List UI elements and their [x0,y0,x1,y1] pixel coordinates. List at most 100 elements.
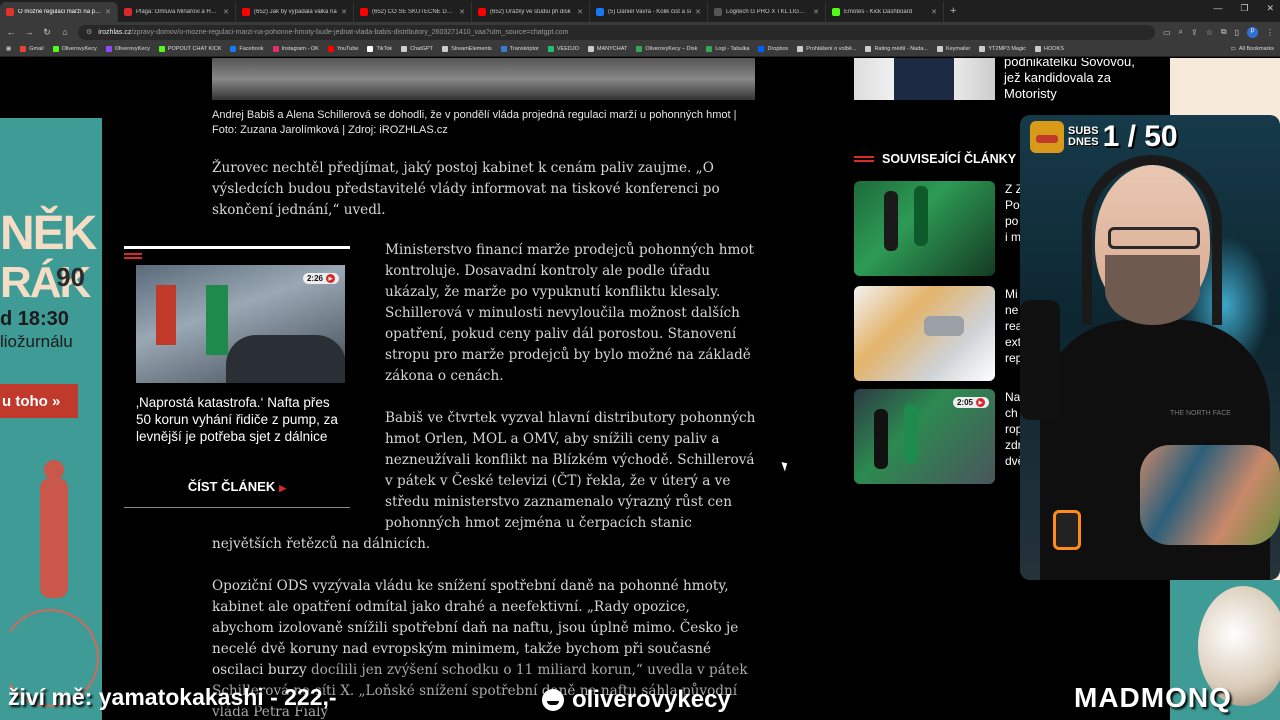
home-icon[interactable]: ⌂ [60,27,70,37]
bookmark-item[interactable]: MANYCHAT [587,46,627,52]
maximize-button[interactable]: ❐ [1240,3,1248,14]
bookmark-item[interactable]: YT2MP3 Magic [979,46,1026,52]
pump-shape [206,285,228,355]
browser-tab[interactable]: Plaga: Omluva Minářovi a Halik ✕ [118,2,236,22]
bookmark-item[interactable]: Facebook [230,46,264,52]
tab-close-icon[interactable]: ✕ [813,8,819,16]
browser-tab[interactable]: (652) CO SE SKUTEČNĚ DĚLO h ✕ [354,2,472,22]
bookmark-item[interactable]: Prohlášení o volbě... [797,46,856,52]
bookmark-label: OliverovyKecy [61,46,97,52]
related-article-thumbnail[interactable]: 2:05 ▶ [854,389,995,484]
all-bookmarks-button[interactable]: ▭ All Bookmarks [1231,46,1274,52]
bookmark-star-icon[interactable]: ☆ [1206,28,1213,37]
ad-cta-button[interactable]: u toho » [0,384,78,418]
read-article-link[interactable]: ČÍST ČLÁNEK ▶ [124,479,350,494]
site-info-icon[interactable]: ⚙ [86,28,92,36]
profile-avatar[interactable]: P [1247,26,1258,38]
bookmark-favicon-icon [230,46,237,52]
bookmark-item[interactable]: OliverovyKecy [105,46,150,52]
bookmark-label: OliverovyKecy [114,46,150,52]
browser-tab[interactable]: (652) Urážky ve studiu při disk ✕ [472,2,590,22]
window-controls: — ❐ ✕ [1213,3,1274,14]
tab-close-icon[interactable]: ✕ [931,8,937,16]
streamer-beard [1105,255,1200,325]
url-input[interactable]: ⚙ irozhlas.cz/zpravy-domov/o-mozne-regul… [78,24,1155,40]
share-icon[interactable]: ⇪ [1191,28,1198,37]
new-tab-button[interactable]: + [944,5,962,17]
left-banner-ad[interactable]: NĚK RÁK 90 d 18:30 liožurnálu u toho » [0,118,102,720]
minimize-button[interactable]: — [1213,3,1222,14]
tab-favicon-icon [714,8,722,16]
close-window-button[interactable]: ✕ [1266,3,1274,14]
bookmark-item[interactable]: Dropbox [758,46,788,52]
bookmark-favicon-icon [500,46,507,52]
tab-title: Plaga: Omluva Minářovi a Halik [136,9,220,15]
menu-icon[interactable]: ⋮ [1266,28,1274,37]
section-bars-icon [124,253,142,261]
extensions-icon[interactable]: ⧉ [1221,27,1227,37]
bookmark-label: Dropbox [767,46,789,52]
reload-icon[interactable]: ↻ [42,27,52,38]
bookmarks-bar: ▦ Gmail OliverovyKecy OliverovyKecy POPOUT C… [0,42,1280,57]
bookmark-label: Prohlášení o volbě... [806,46,857,52]
bookmark-item[interactable]: Transkriptor [500,46,539,52]
screen: O možné regulaci marží na poh ✕ Plaga: Oml… [0,0,1280,720]
cast-icon[interactable]: ▭ [1163,28,1171,37]
bookmark-item[interactable]: StreamElements [442,46,492,52]
bookmark-favicon-icon [442,46,449,52]
tab-close-icon[interactable]: ✕ [223,8,229,16]
related-article-title[interactable]: ‚Naprostá katastrofa.‘ Nafta přes 50 kor… [136,394,346,445]
bookmark-item[interactable]: VEEDJO [547,46,579,52]
pump-nozzle-shape [914,186,928,246]
browser-tab[interactable]: Logitech G PRO X TKL LIGHTSP ✕ [708,2,826,22]
browser-tab[interactable]: O možné regulaci marží na poh ✕ [0,2,118,22]
apps-grid-icon[interactable]: ▦ [6,46,11,52]
bookmark-item[interactable]: HOOKS [1035,46,1064,52]
bookmark-item[interactable]: OliverovyKecy – Disk [636,46,697,52]
bookmark-favicon-icon [936,46,943,52]
tab-close-icon[interactable]: ✕ [459,8,465,16]
related-article-thumbnail[interactable] [854,181,995,276]
related-article-thumbnail[interactable] [854,286,995,381]
bookmark-label: Transkriptor [509,46,539,52]
article-hero-image[interactable] [212,58,755,100]
handle-text: oliverovykecy [572,686,731,713]
browser-tab[interactable]: Emotes - Kick Dashboard ✕ [826,2,944,22]
tab-favicon-icon [6,8,14,16]
sidebar-article-thumbnail[interactable] [854,58,995,100]
browser-tab[interactable]: (652) Jak by vypadala válka na ✕ [236,2,354,22]
bookmark-item[interactable]: Keymailer [936,46,970,52]
tab-title: (5) Daniel Vavra - Kolik čist a si [608,9,691,15]
video-duration-badge: 2:05 ▶ [952,397,989,408]
bookmark-item[interactable]: YouTube [327,46,358,52]
bookmark-item[interactable]: Gmail [20,46,44,52]
subs-counter: SUBS DNES 1 / 50 [1030,120,1178,154]
back-icon[interactable]: ← [6,27,16,37]
tab-favicon-icon [832,8,840,16]
browser-tab[interactable]: (5) Daniel Vavra - Kolik čist a si ✕ [590,2,708,22]
inline-related-article[interactable]: 2:26 ▶ ‚Naprostá katastrofa.‘ Nafta přes … [124,246,350,508]
tab-title: Logitech G PRO X TKL LIGHTSP [726,9,810,15]
related-video-thumbnail[interactable]: 2:26 ▶ [136,265,345,383]
tab-close-icon[interactable]: ✕ [105,8,111,16]
bookmark-item[interactable]: POPOUT CHAT KICK [158,46,221,52]
mouse-cursor [781,460,790,472]
smartwatch [1053,510,1081,550]
tab-close-icon[interactable]: ✕ [695,8,701,16]
sidebar-icon[interactable]: ▯ [1235,28,1239,37]
bookmark-item[interactable]: Instagram - OK [272,46,319,52]
bookmark-item[interactable]: ChatGPT [401,46,433,52]
sidebar-article-text[interactable]: podnikatelku Sovovou, jež kandidovala za… [1004,58,1154,102]
shirt-logo: THE NORTH FACE [1170,410,1231,417]
zoom-icon[interactable]: ⌕ [1179,27,1183,37]
bookmark-label: VEEDJO [556,46,579,52]
microphone [1020,300,1060,420]
bookmark-item[interactable]: TikTok [367,46,392,52]
bookmark-item[interactable]: Logi - Tabulka [706,46,749,52]
forward-icon[interactable]: → [24,27,34,37]
bookmark-label: Gmail [29,46,44,52]
bookmark-item[interactable]: OliverovyKecy [52,46,97,52]
tab-close-icon[interactable]: ✕ [577,8,583,16]
tab-close-icon[interactable]: ✕ [341,8,347,16]
bookmark-item[interactable]: Rating médií - Nada... [865,46,928,52]
